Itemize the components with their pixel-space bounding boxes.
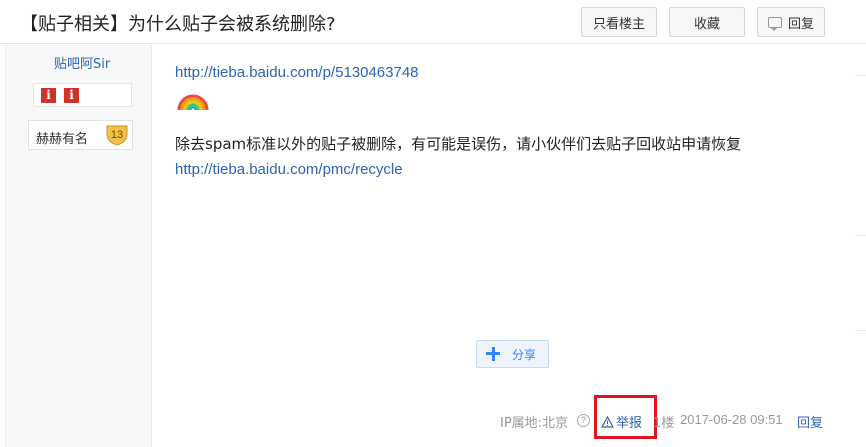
thread-title: 【贴子相关】为什么贴子会被系统删除? [20, 14, 336, 35]
post-paragraph: 除去spam标准以外的贴子被删除，有可能是误伤，请小伙伴们去贴子回收站申请恢复 [175, 135, 742, 153]
post-link-thread[interactable]: http://tieba.baidu.com/p/5130463748 [175, 64, 419, 81]
share-button[interactable]: 分享 [476, 340, 549, 368]
info-badge-icon[interactable]: i [64, 88, 79, 103]
share-label: 分享 [512, 347, 537, 362]
floor-number: 1楼 [653, 416, 675, 431]
rainbow-emoji-icon [177, 94, 209, 111]
badge-row: i i [33, 83, 132, 107]
level-badge[interactable]: 赫赫有名 13 [28, 120, 133, 150]
post-link-recycle[interactable]: http://tieba.baidu.com/pmc/recycle [175, 161, 403, 178]
level-title: 赫赫有名 [36, 132, 89, 147]
gutter-divider [855, 75, 866, 76]
reply-button[interactable]: 回复 [757, 7, 825, 37]
author-panel: 贴吧阿Sir i i 赫赫有名 13 [5, 45, 152, 447]
level-number: 13 [111, 129, 123, 141]
favorite-button[interactable]: 收藏 [669, 7, 745, 37]
only-author-button[interactable]: 只看楼主 [581, 7, 657, 37]
post-reply-link[interactable]: 回复 [797, 412, 823, 431]
plus-icon [486, 347, 500, 361]
thread-header: 【贴子相关】为什么贴子会被系统删除? 只看楼主 收藏 回复 [0, 0, 866, 44]
reply-button-label: 回复 [787, 16, 814, 32]
report-link[interactable]: 举报 [601, 412, 642, 431]
level-shield-icon: 13 [106, 125, 128, 146]
report-label: 举报 [616, 416, 643, 431]
info-badge-icon[interactable]: i [41, 88, 56, 103]
gutter-divider [855, 330, 866, 331]
author-name[interactable]: 贴吧阿Sir [54, 53, 110, 72]
gutter-divider [855, 235, 866, 236]
reply-icon [767, 16, 782, 31]
post-datetime: 2017-06-28 09:51 [680, 412, 783, 427]
warning-icon [601, 415, 614, 428]
right-gutter [852, 45, 866, 447]
help-icon[interactable]: ? [577, 414, 590, 427]
ip-location: IP属地:北京 [500, 416, 569, 431]
